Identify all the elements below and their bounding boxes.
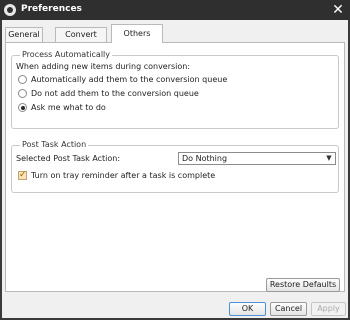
tray-reminder-checkbox[interactable] [18, 170, 27, 180]
tray-reminder-label[interactable]: Turn on tray reminder after a task is co… [31, 171, 215, 180]
tab-others[interactable]: Others [111, 24, 163, 43]
dialog-body: General Convert Others Process Automatic… [2, 20, 348, 318]
group-title: Post Task Action [20, 140, 89, 149]
radio-auto-add[interactable] [18, 75, 27, 84]
button-label: Restore Defaults [269, 280, 337, 289]
post-task-action-select[interactable]: Do Nothing ▼ [178, 152, 336, 165]
radio-label[interactable]: Automatically add them to the conversion… [31, 75, 227, 84]
others-panel: Process Automatically When adding new it… [5, 42, 345, 292]
prompt-label: When adding new items during conversion: [16, 62, 191, 71]
button-label: Cancel [274, 304, 303, 313]
radio-label[interactable]: Ask me what to do [31, 103, 106, 112]
window-title: Preferences [21, 4, 82, 14]
close-icon[interactable]: ✕ [330, 1, 346, 19]
title-bar: Preferences ✕ [0, 0, 350, 20]
radio-label[interactable]: Do not add them to the conversion queue [31, 89, 199, 98]
tab-label: General [8, 30, 40, 39]
post-task-select-label: Selected Post Task Action: [16, 154, 121, 163]
ok-button[interactable]: OK [229, 302, 266, 316]
chevron-down-icon[interactable]: ▼ [323, 153, 335, 164]
app-logo-icon [4, 4, 16, 16]
radio-ask-me[interactable] [18, 103, 27, 112]
button-label: OK [241, 304, 254, 313]
apply-button[interactable]: Apply [311, 302, 346, 316]
post-task-action-group: Post Task Action Selected Post Task Acti… [11, 140, 339, 193]
restore-defaults-button[interactable]: Restore Defaults [266, 278, 340, 292]
tab-convert[interactable]: Convert [55, 27, 107, 43]
select-value: Do Nothing [182, 154, 228, 163]
group-title: Process Automatically [20, 50, 112, 59]
preferences-window: Preferences ✕ General Convert Others Pro… [0, 0, 350, 320]
tab-general[interactable]: General [5, 27, 43, 43]
tab-label: Convert [65, 30, 97, 39]
radio-do-not-add[interactable] [18, 89, 27, 98]
button-label: Apply [317, 304, 340, 313]
cancel-button[interactable]: Cancel [270, 302, 307, 316]
process-automatically-group: Process Automatically When adding new it… [11, 50, 339, 129]
tab-label: Others [123, 29, 151, 38]
